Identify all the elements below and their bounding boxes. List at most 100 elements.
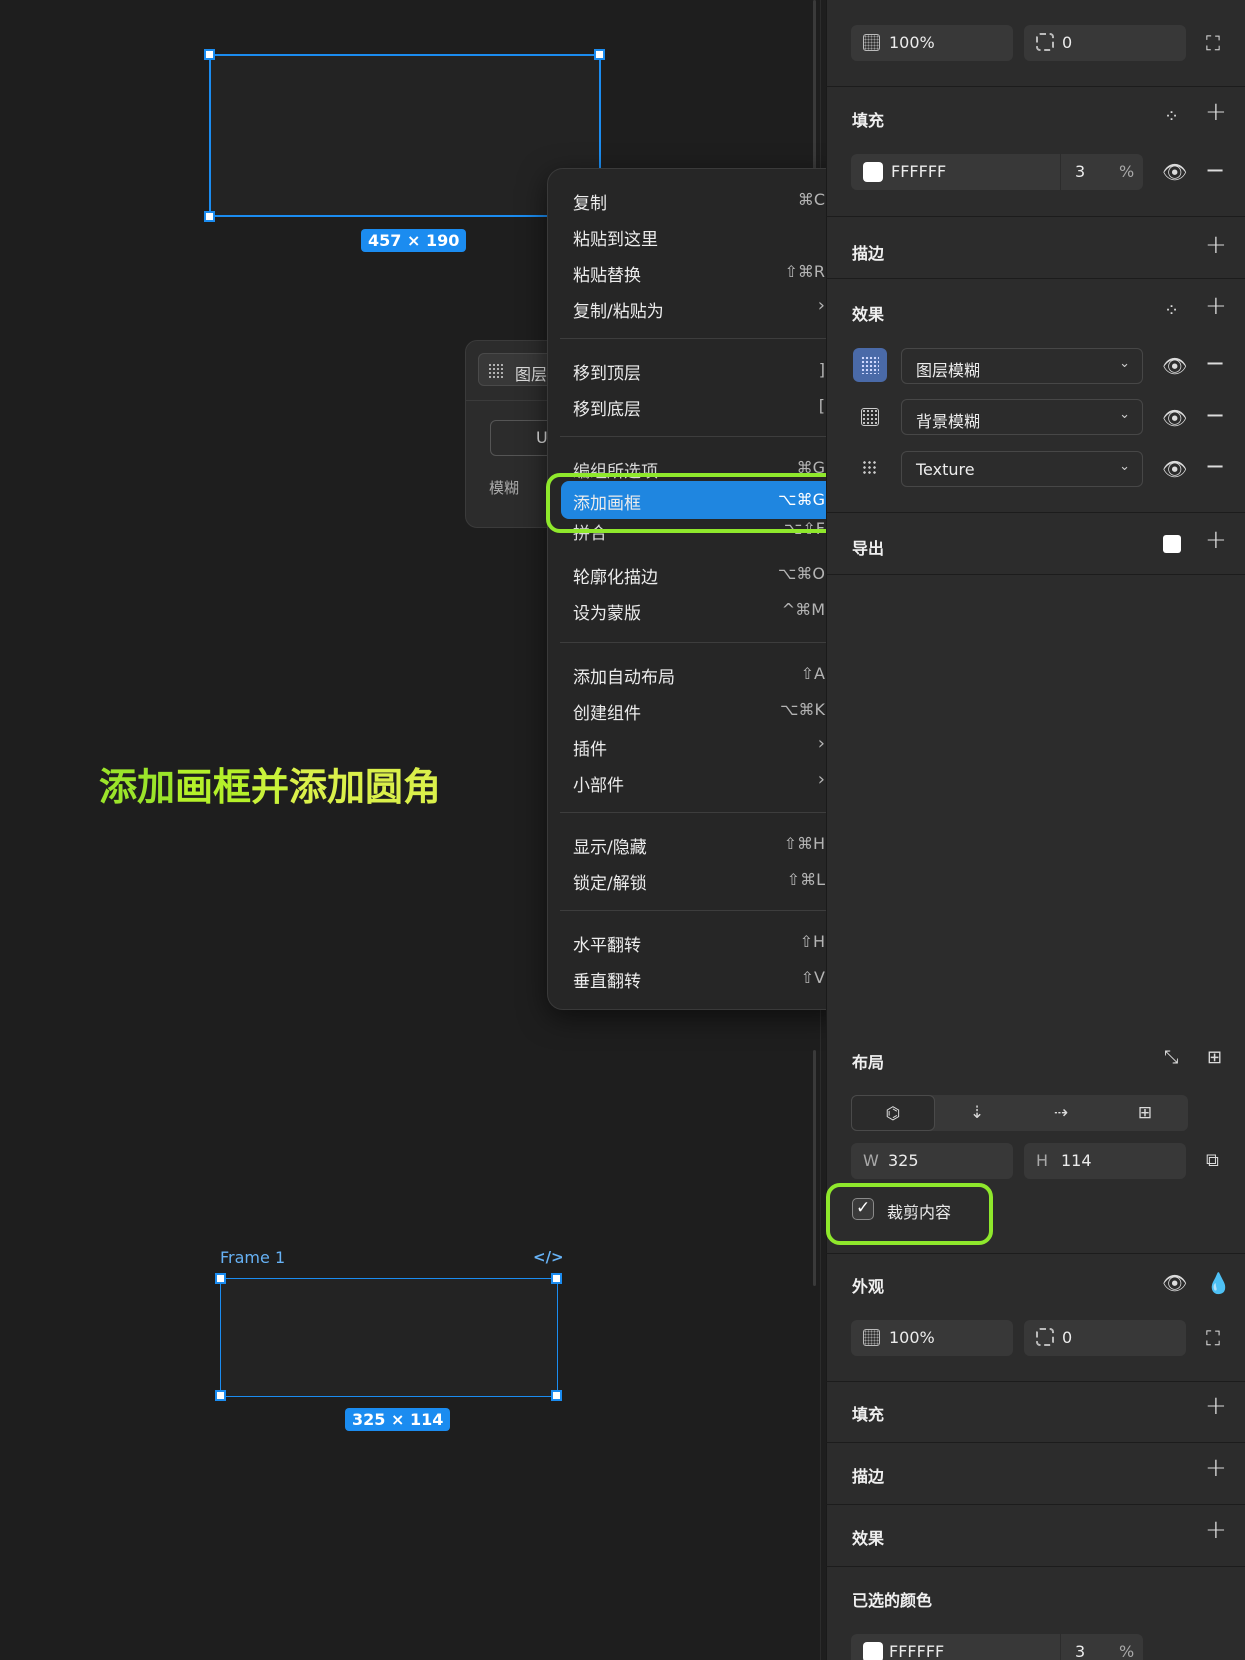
corner-radius-field-top[interactable]: 0: [1024, 25, 1186, 61]
menu-item-send-to-back[interactable]: 移到底层[: [561, 389, 837, 423]
add-fill-icon[interactable]: +: [1205, 99, 1227, 125]
menu-item-use-as-mask[interactable]: 设为蒙版 ^⌘M: [561, 593, 837, 627]
height-field[interactable]: H 114: [1024, 1143, 1186, 1179]
grid-icon: [488, 363, 504, 379]
menu-item-show-hide[interactable]: 显示/隐藏 ⇧⌘H: [561, 827, 837, 861]
free-layout-icon[interactable]: ⌬: [851, 1095, 935, 1131]
width-field[interactable]: W 325: [851, 1143, 1013, 1179]
frame-handle-top-right[interactable]: [551, 1273, 562, 1284]
styles-grid-icon[interactable]: ⁘: [1164, 107, 1179, 127]
horizontal-layout-icon[interactable]: ⇢: [1019, 1095, 1103, 1131]
export-preview-icon[interactable]: [1163, 535, 1181, 553]
height-value: 114: [1061, 1151, 1092, 1170]
eye-icon[interactable]: 👁: [1162, 408, 1187, 428]
frame-handle-bottom-right[interactable]: [551, 1390, 562, 1401]
export-title: 导出: [852, 539, 885, 558]
add-effect-icon[interactable]: +: [1205, 1517, 1227, 1543]
properties-panel: [826, 0, 1245, 1660]
menu-separator: [560, 812, 838, 813]
menu-item-create-component[interactable]: 创建组件 ⌥⌘K: [561, 693, 837, 727]
menu-item-copy-paste-as[interactable]: 复制/粘贴为 ›: [561, 291, 837, 325]
opacity-value: 100%: [889, 33, 935, 52]
menu-item-flip-vertical[interactable]: 垂直翻转 ⇧V: [561, 961, 837, 995]
opacity-field-top[interactable]: 100%: [851, 25, 1013, 61]
independent-corners-icon[interactable]: ⛶: [1206, 33, 1220, 53]
canvas-scrollbar-bottom[interactable]: [813, 1050, 816, 1286]
resize-handle-top-left[interactable]: [204, 49, 215, 60]
selected-rectangle[interactable]: [209, 54, 601, 217]
selected-color-field[interactable]: FFFFFF 3 %: [851, 1634, 1143, 1660]
blend-mode-droplet-icon[interactable]: 💧: [1206, 1273, 1231, 1293]
effect-type-dropdown-3[interactable]: Texture ⌄: [901, 451, 1143, 487]
menu-item-plugins[interactable]: 插件 ›: [561, 729, 837, 763]
collapse-icon[interactable]: ⤡: [1164, 1048, 1178, 1068]
remove-effect-icon[interactable]: −: [1205, 403, 1225, 427]
layout-title: 布局: [852, 1053, 885, 1072]
code-icon[interactable]: </>: [533, 1248, 564, 1266]
section-divider: [826, 512, 1245, 513]
menu-item-copy[interactable]: 复制 ⌘C: [561, 183, 837, 217]
caption-part-1: 添加: [99, 765, 176, 809]
add-stroke-icon[interactable]: +: [1205, 1455, 1227, 1481]
resize-handle-top-right[interactable]: [594, 49, 605, 60]
menu-item-widgets[interactable]: 小部件 ›: [561, 765, 837, 799]
frame-name-label[interactable]: Frame 1: [220, 1248, 285, 1267]
section-divider: [826, 216, 1245, 217]
layer-blur-field[interactable]: 图层: [478, 353, 558, 386]
remove-effect-icon[interactable]: −: [1205, 454, 1225, 478]
opacity-field-bottom[interactable]: 100%: [851, 1320, 1013, 1356]
remove-effect-icon[interactable]: −: [1205, 351, 1225, 375]
fill-title: 填充: [852, 111, 885, 130]
menu-separator: [560, 338, 838, 339]
color-swatch[interactable]: [863, 1642, 883, 1660]
frame-handle-bottom-left[interactable]: [215, 1390, 226, 1401]
texture-icon[interactable]: [853, 451, 887, 485]
menu-item-flip-horizontal[interactable]: 水平翻转 ⇧H: [561, 925, 837, 959]
frame-handle-top-left[interactable]: [215, 1273, 226, 1284]
fill-color-field[interactable]: FFFFFF 3 %: [851, 154, 1143, 190]
layout-mode-segmented: ⌬ ⇣ ⇢ ⊞: [851, 1095, 1188, 1131]
menu-item-outline-stroke[interactable]: 轮廓化描边 ⌥⌘O: [561, 557, 837, 591]
menu-separator: [560, 642, 838, 643]
independent-corners-icon[interactable]: ⛶: [1206, 1328, 1220, 1348]
canvas-scrollbar-top[interactable]: [813, 0, 816, 175]
effect-type-dropdown-1[interactable]: 图层模糊 ⌄: [901, 348, 1143, 384]
background-blur-icon[interactable]: [853, 400, 887, 434]
color-swatch[interactable]: [863, 162, 883, 182]
effect-label: 图层模糊: [916, 361, 981, 380]
radius-value: 0: [1062, 33, 1073, 52]
add-effect-icon[interactable]: +: [1205, 293, 1227, 319]
vertical-layout-icon[interactable]: ⇣: [935, 1095, 1019, 1131]
grid-layout-icon[interactable]: ⊞: [1103, 1095, 1187, 1131]
styles-grid-icon[interactable]: ⁘: [1164, 301, 1179, 321]
section-divider: [826, 1442, 1245, 1443]
add-export-icon[interactable]: +: [1205, 527, 1227, 553]
menu-item-bring-to-front[interactable]: 移到顶层]: [561, 353, 837, 387]
height-label: H: [1036, 1151, 1049, 1170]
menu-item-paste-replace[interactable]: 粘贴替换 ⇧⌘R: [561, 255, 837, 289]
menu-item-lock-unlock[interactable]: 锁定/解锁 ⇧⌘L: [561, 863, 837, 897]
eye-icon[interactable]: 👁: [1162, 356, 1187, 376]
section-divider: [826, 1504, 1245, 1505]
add-layout-grid-icon[interactable]: ⊞: [1207, 1048, 1222, 1068]
blur-label: 模糊: [489, 479, 520, 497]
constrain-proportions-icon[interactable]: ⧉: [1206, 1151, 1219, 1171]
menu-item-add-auto-layout[interactable]: 添加自动布局 ⇧A: [561, 657, 837, 691]
add-fill-icon[interactable]: +: [1205, 1393, 1227, 1419]
layer-blur-icon[interactable]: [853, 348, 887, 382]
remove-fill-icon[interactable]: −: [1205, 158, 1225, 182]
eye-icon[interactable]: 👁: [1162, 459, 1187, 479]
resize-handle-bottom-left[interactable]: [204, 211, 215, 222]
corner-radius-field-bottom[interactable]: 0: [1024, 1320, 1186, 1356]
selected-opacity[interactable]: 3: [1075, 1642, 1085, 1660]
chevron-right-icon: ›: [817, 295, 825, 316]
appearance-title: 外观: [852, 1277, 885, 1296]
eye-icon[interactable]: 👁: [1162, 162, 1187, 182]
eye-icon[interactable]: 👁: [1162, 1273, 1187, 1293]
menu-item-paste-here[interactable]: 粘贴到这里: [561, 219, 837, 253]
effect-type-dropdown-2[interactable]: 背景模糊 ⌄: [901, 399, 1143, 435]
add-stroke-icon[interactable]: +: [1205, 232, 1227, 258]
fill-opacity[interactable]: 3: [1075, 162, 1085, 181]
frame-1[interactable]: [220, 1278, 558, 1397]
effects-title-bottom: 效果: [852, 1529, 885, 1548]
